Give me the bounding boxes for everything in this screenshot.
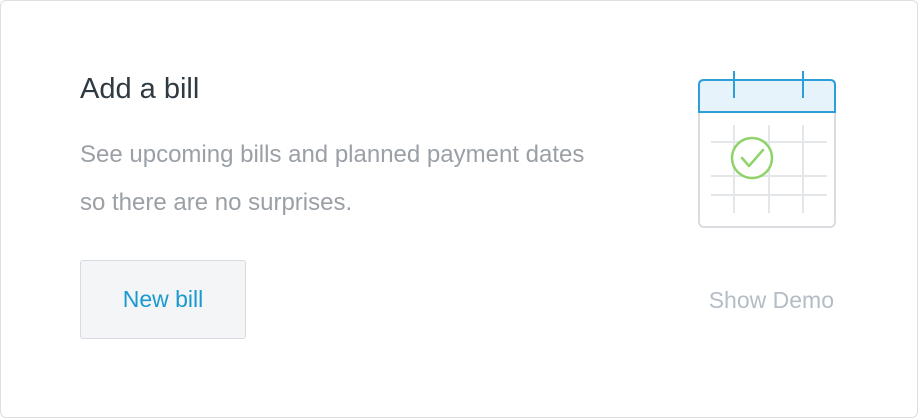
add-bill-card: Add a bill See upcoming bills and planne…: [0, 0, 918, 418]
show-demo-link[interactable]: Show Demo: [709, 285, 834, 315]
card-title: Add a bill: [80, 73, 200, 105]
card-description: See upcoming bills and planned payment d…: [80, 141, 585, 216]
new-bill-button[interactable]: New bill: [80, 260, 246, 339]
calendar-check-icon: [698, 71, 836, 228]
